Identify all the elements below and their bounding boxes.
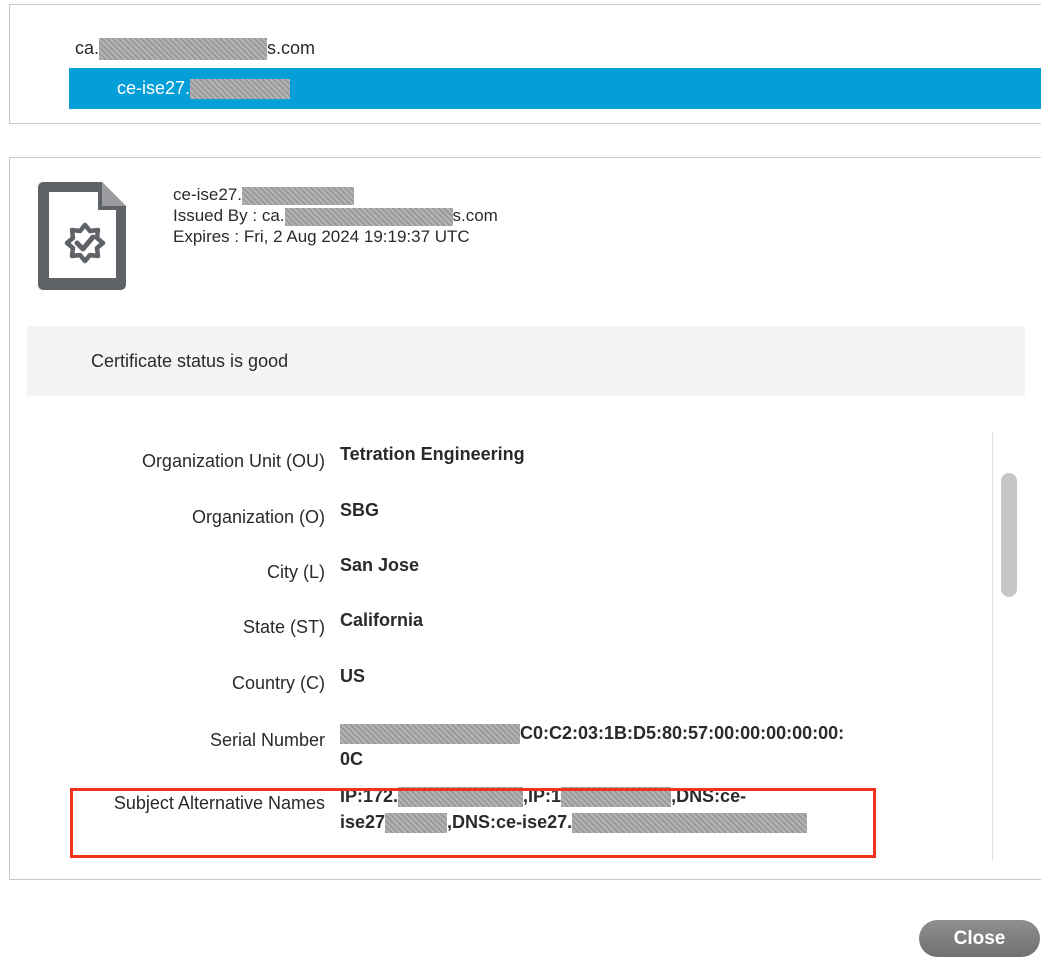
- scrollbar-thumb[interactable]: [1001, 473, 1017, 597]
- certificate-status-bar: Certificate status is good: [27, 326, 1025, 396]
- chain-root-suffix: s.com: [267, 38, 316, 58]
- field-value: US: [340, 666, 366, 686]
- field-value: Tetration Engineering: [340, 444, 525, 464]
- field-value: SBG: [340, 500, 380, 520]
- redacted-text: [99, 38, 268, 61]
- certificate-subject: ce-ise27.: [173, 184, 498, 205]
- certificate-expiry: Expires : Fri, 2 Aug 2024 19:19:37 UTC: [173, 227, 470, 246]
- field-value: San Jose: [340, 555, 420, 575]
- chain-selected-prefix: ce-ise27.: [117, 78, 191, 98]
- field-value: California: [340, 610, 424, 630]
- chain-root-prefix: ca.: [75, 38, 100, 58]
- chain-item-selected[interactable]: ce-ise27.: [69, 68, 1041, 109]
- close-button[interactable]: Close: [919, 920, 1040, 957]
- redacted-text: [385, 813, 448, 834]
- field-label: Organization Unit (OU): [141, 451, 325, 471]
- field-label: Serial Number: [209, 730, 325, 750]
- certificate-badge-icon: [38, 182, 126, 290]
- certificate-detail-panel: ce-ise27. Issued By : ca. s.com Expires :…: [9, 157, 1041, 880]
- field-value: IP:172. ,IP:1 ,DNS:ce-ise27 ,DNS:ce-ise27.: [340, 783, 925, 835]
- chain-item-root-ca[interactable]: ca. s.com: [75, 38, 316, 61]
- field-value: C0:C2:03:1B:D5:80:57:00:00:00:00:00: 0C: [340, 723, 845, 769]
- field-label: Subject Alternative Names: [113, 793, 325, 813]
- redacted-text: [241, 186, 354, 205]
- certificate-summary: ce-ise27. Issued By : ca. s.com Expires :…: [173, 184, 498, 247]
- field-label: City (L): [267, 562, 325, 582]
- redacted-text: [284, 207, 453, 226]
- field-label: Country (C): [231, 673, 325, 693]
- redacted-text: [398, 787, 524, 808]
- redacted-text: [190, 78, 291, 99]
- redacted-text: [561, 787, 672, 808]
- field-label: Organization (O): [191, 507, 325, 527]
- certificate-issuer: Issued By : ca. s.com: [173, 206, 498, 226]
- redacted-text: [572, 813, 808, 834]
- field-label: State (ST): [242, 617, 325, 637]
- certificate-chain-panel: ca. s.com ce-ise27.: [9, 4, 1041, 124]
- redacted-text: [340, 724, 520, 745]
- certificate-status-text: Certificate status is good: [91, 350, 289, 371]
